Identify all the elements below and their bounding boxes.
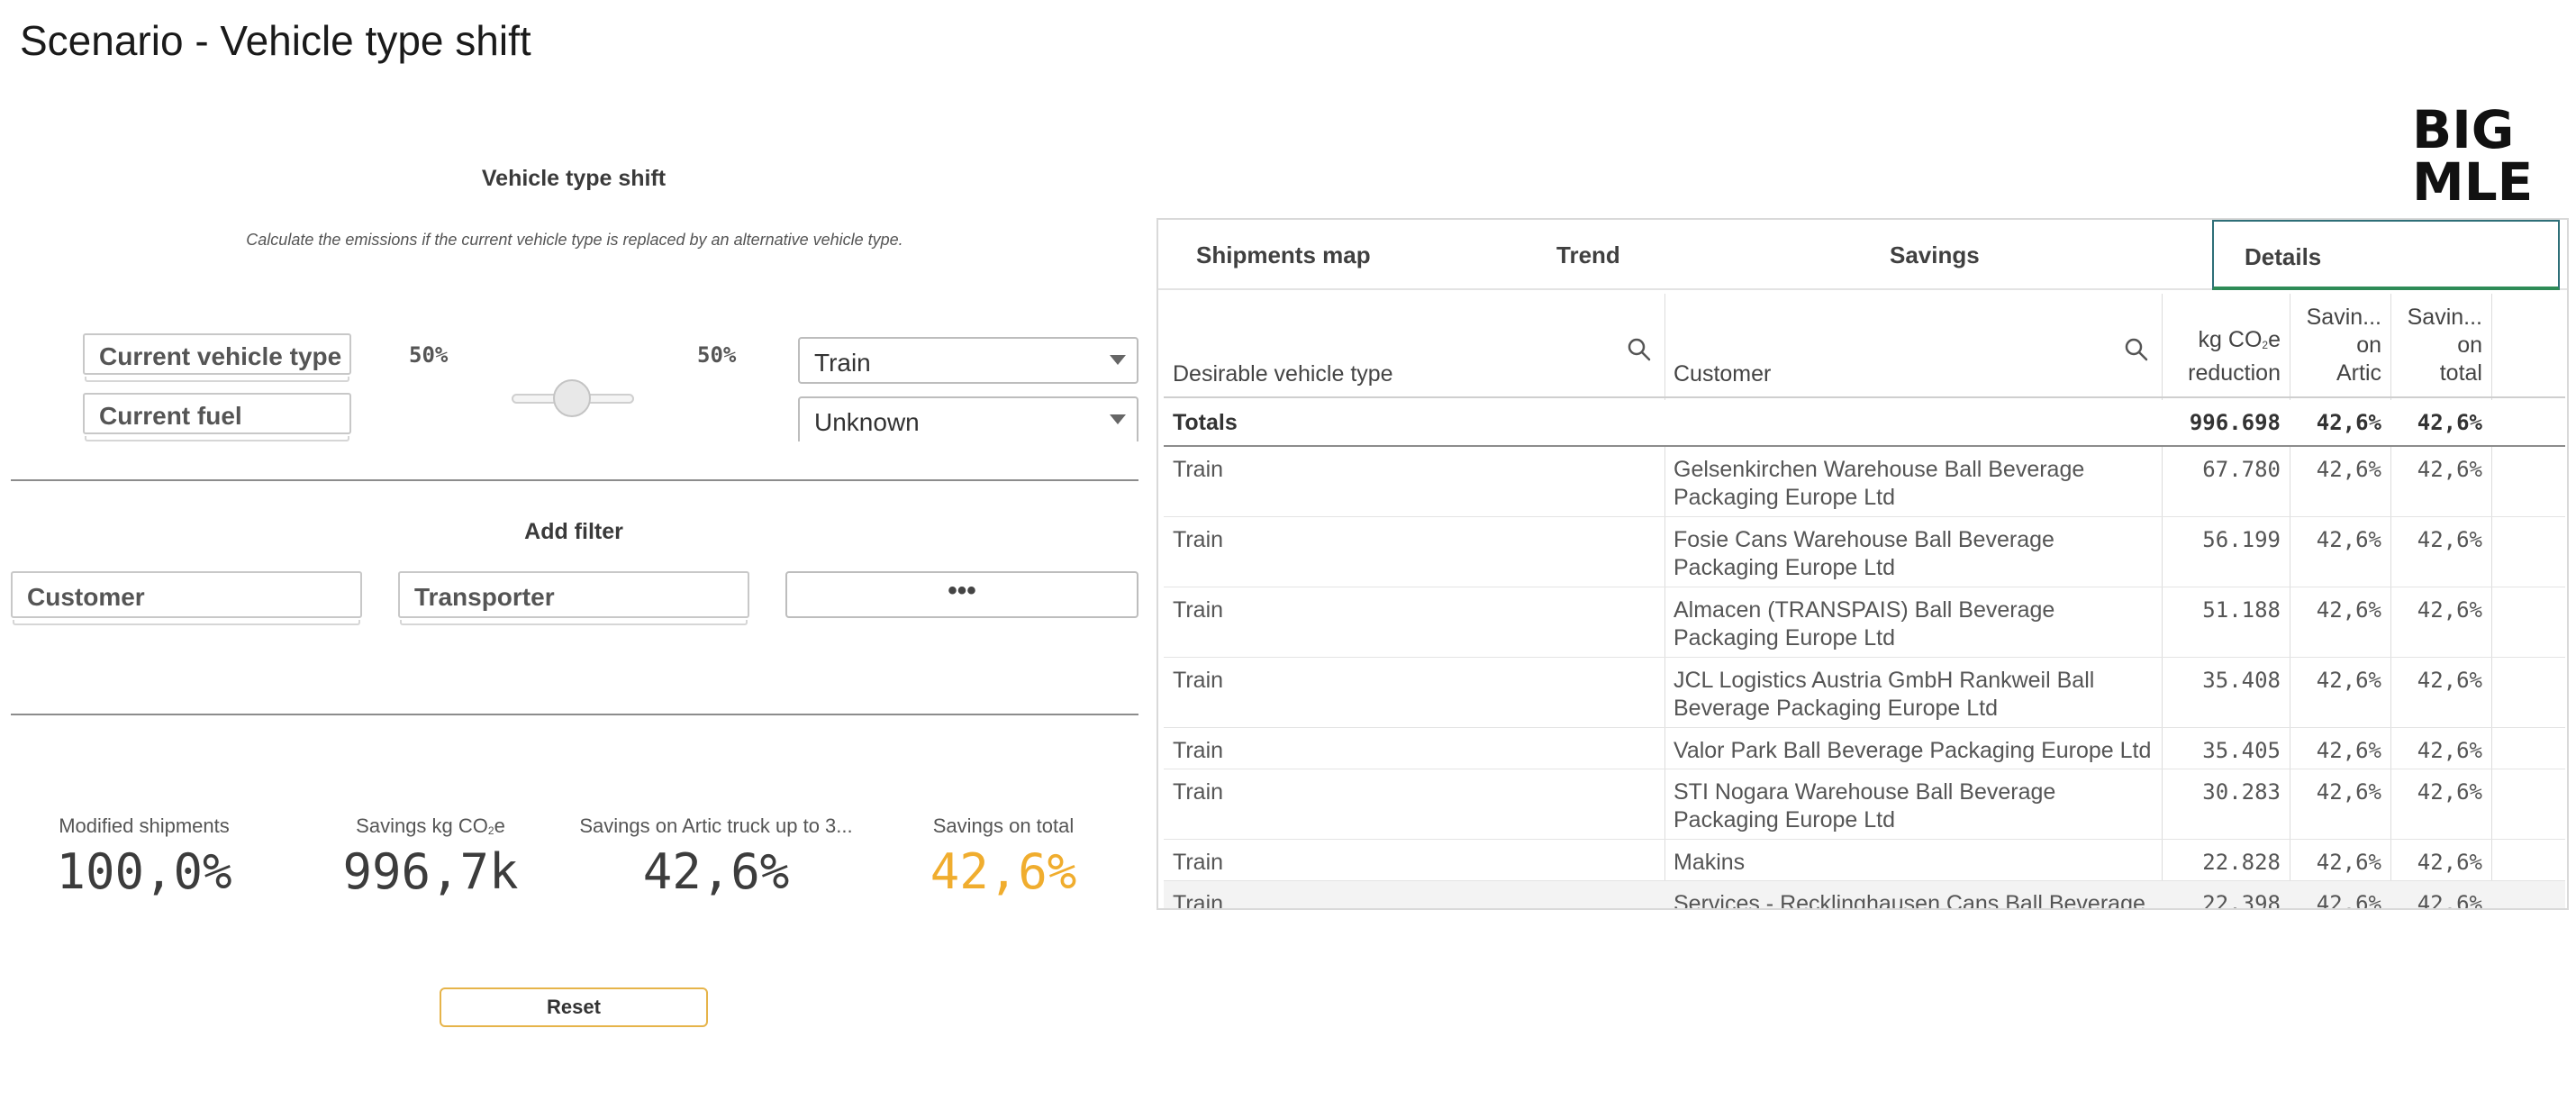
desired-vehicle-dropdown[interactable]: Train <box>798 337 1138 384</box>
filter-heading: Add filter <box>524 519 623 544</box>
tab-shipments-map[interactable]: Shipments map <box>1196 220 1371 290</box>
tab-trend[interactable]: Trend <box>1556 220 1620 290</box>
table-row[interactable]: Train STI Nogara Warehouse Ball Beverage… <box>1164 769 2565 840</box>
kpi-label: Savings on total <box>932 814 1075 837</box>
right-percentage: 50% <box>697 342 737 368</box>
svg-text:MLE: MLE <box>2412 151 2529 204</box>
more-filters-button[interactable]: ••• <box>785 571 1138 618</box>
chevron-down-icon <box>1110 355 1126 365</box>
reset-button[interactable]: Reset <box>440 987 708 1027</box>
kpi-savings-co2: Savings kg CO2e 996,7k <box>322 814 539 900</box>
search-icon[interactable] <box>1627 337 1652 362</box>
field-underline <box>85 436 349 441</box>
field-underline <box>85 377 349 382</box>
customer-filter-label: Customer <box>27 583 145 611</box>
kpi-label: Modified shipments <box>59 814 230 837</box>
desired-vehicle-value: Train <box>814 349 871 377</box>
desired-fuel-dropdown[interactable]: Unknown <box>798 396 1138 441</box>
table-row[interactable]: Train Almacen (TRANSPAIS) Ball Beverage P… <box>1164 587 2565 658</box>
customer-filter[interactable]: Customer <box>11 571 362 625</box>
transporter-filter-label: Transporter <box>414 583 555 611</box>
search-icon[interactable] <box>2124 337 2149 362</box>
big-mile-logo: BIG MLE <box>2412 99 2529 204</box>
kpi-savings-artic: Savings on Artic truck up to 3... 42,6% <box>576 814 856 900</box>
desired-fuel-value: Unknown <box>814 408 920 436</box>
details-panel: Shipments map Trend Savings Details Desi… <box>1156 218 2569 910</box>
table-row[interactable]: Train Services - Recklinghausen Cans Bal… <box>1164 881 2565 908</box>
table-row[interactable]: Train Makins 22.828 42,6% 42,6% <box>1164 840 2565 881</box>
scenario-description: Calculate the emissions if the current v… <box>246 231 903 249</box>
current-vehicle-type-field[interactable]: Current vehicle type <box>83 333 351 382</box>
page-title: Scenario - Vehicle type shift <box>20 17 531 64</box>
header-savings-artic[interactable]: Savin... on Artic <box>2290 294 2390 398</box>
table-row[interactable]: Train JCL Logistics Austria GmbH Rankwei… <box>1164 658 2565 728</box>
header-customer[interactable]: Customer <box>1664 294 2162 398</box>
totals-label: Totals <box>1173 410 1238 435</box>
tab-savings[interactable]: Savings <box>1890 220 1980 290</box>
totals-reduction: 996.698 <box>2189 410 2281 435</box>
current-vehicle-type-label: Current vehicle type <box>99 342 342 370</box>
tab-bar: Shipments map Trend Savings Details <box>1158 220 2567 290</box>
current-fuel-label: Current fuel <box>99 402 242 430</box>
totals-total: 42,6% <box>2417 410 2482 435</box>
totals-row: Totals 996.698 42,6% 42,6% <box>1164 400 2565 447</box>
kpi-value: 100,0% <box>56 843 232 900</box>
kpi-savings-total: Savings on total 42,6% <box>895 814 1111 900</box>
table-row[interactable]: Train Valor Park Ball Beverage Packaging… <box>1164 728 2565 769</box>
current-fuel-field[interactable]: Current fuel <box>83 393 351 441</box>
divider <box>11 479 1138 481</box>
kpi-label: Savings on Artic truck up to 3... <box>579 814 853 837</box>
table-header: Desirable vehicle type Customer kg CO2e r… <box>1164 294 2565 398</box>
table-row[interactable]: Train Gelsenkirchen Warehouse Ball Bever… <box>1164 447 2565 517</box>
header-vehicle-type[interactable]: Desirable vehicle type <box>1164 294 1664 398</box>
divider <box>11 714 1138 715</box>
transporter-filter[interactable]: Transporter <box>398 571 749 625</box>
header-reduction[interactable]: kg CO2e reduction <box>2162 294 2290 398</box>
kpi-value: 42,6% <box>642 843 790 900</box>
split-slider-handle[interactable] <box>553 379 591 417</box>
field-underline <box>13 620 360 625</box>
tab-details[interactable]: Details <box>2212 220 2560 290</box>
left-percentage: 50% <box>409 342 449 368</box>
table-row[interactable]: Train Fosie Cans Warehouse Ball Beverage… <box>1164 517 2565 587</box>
kpi-value: 42,6% <box>930 843 1077 900</box>
totals-artic: 42,6% <box>2316 410 2381 435</box>
chevron-down-icon <box>1110 414 1126 424</box>
kpi-modified-shipments: Modified shipments 100,0% <box>36 814 252 900</box>
kpi-value: 996,7k <box>342 843 519 900</box>
field-underline <box>400 620 748 625</box>
kpi-label: Savings kg CO2e <box>356 814 505 837</box>
scenario-heading: Vehicle type shift <box>481 166 667 191</box>
header-savings-total[interactable]: Savin... on total <box>2390 294 2491 398</box>
